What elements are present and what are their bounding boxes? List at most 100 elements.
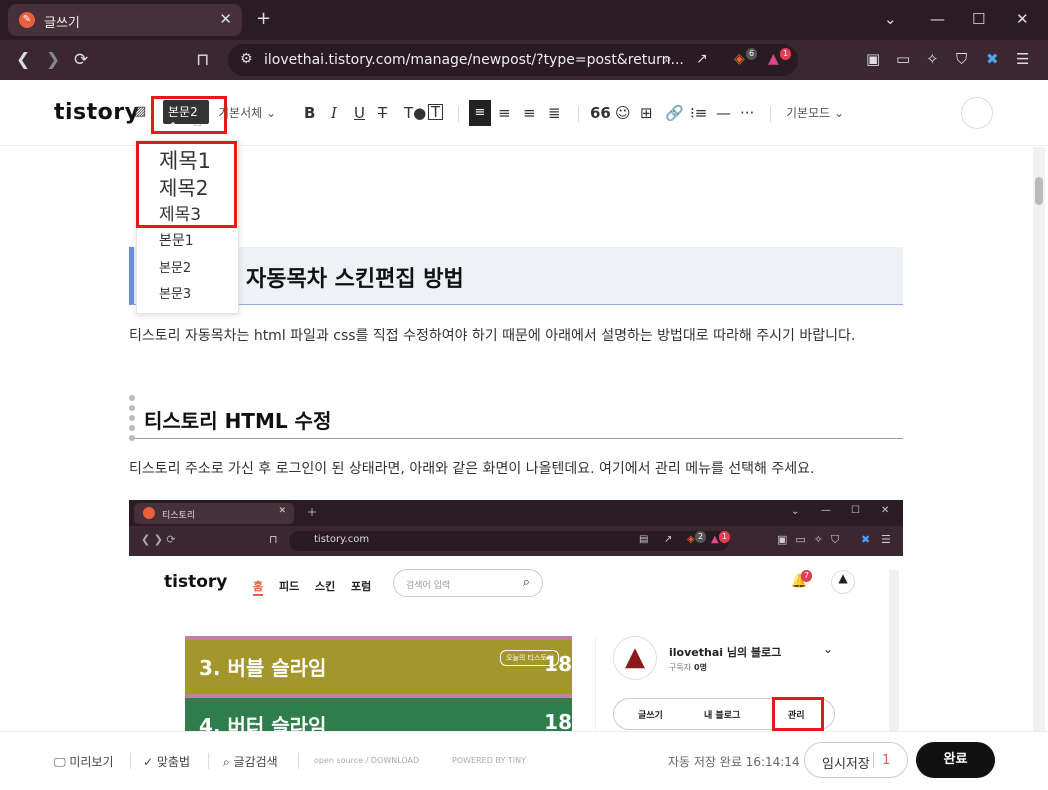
embedded-close-window-icon: ✕ [881, 505, 890, 516]
close-tab-icon[interactable]: ✕ [219, 10, 232, 28]
embedded-search-icon: ⌕ [522, 575, 530, 590]
editor-toolbar: tistory ▨ 본문2 ⌃ ☝ 기본서체 ⌄ B I U T T● T ≡ … [0, 80, 1048, 146]
back-icon[interactable]: ❮ [16, 50, 30, 70]
embedded-nav-bar: ❮ ❯ ⟳ ⊓ tistory.com ▤ ↗ ◈ 2 ▲ 1 ▣▭✧⛉ ✖ ☰ [129, 526, 903, 556]
embedded-tab: 티스토리 ✕ [134, 503, 294, 524]
embedded-brave-badge: 2 [695, 531, 707, 543]
reload-icon[interactable]: ⟳ [74, 50, 88, 70]
brave-rewards-icon[interactable]: ▲ [768, 51, 779, 67]
rewards-badge: 1 [780, 48, 792, 60]
drag-handle-dot[interactable] [129, 405, 135, 411]
embedded-nav-home: 홈 [253, 578, 264, 596]
embedded-reader-icon: ▤ [639, 534, 649, 545]
embedded-tab-title: 티스토리 [162, 511, 196, 521]
embedded-menu-icon: ☰ [881, 533, 891, 546]
brave-badge: 6 [746, 48, 758, 60]
heading-2-block: 자동목차 스킨편집 방법 [129, 247, 903, 305]
font-family-select[interactable]: 기본서체 ⌄ [218, 104, 276, 121]
done-button[interactable]: 완료 [916, 742, 995, 778]
text-background-button[interactable]: T [428, 104, 444, 120]
sidebar-icon[interactable]: ▣ [866, 50, 880, 68]
vpn-icon[interactable]: ⛉ [956, 50, 967, 68]
close-window-icon[interactable]: ✕ [1016, 10, 1029, 28]
emoji-icon[interactable]: ☺ [615, 104, 631, 122]
leo-ai-icon[interactable]: ✧ [926, 50, 939, 68]
search-material-button[interactable]: ⌕ 글감검색 [223, 753, 278, 770]
embedded-new-tab-icon: + [307, 505, 318, 519]
list-icon[interactable]: ⁝≡ [690, 104, 707, 122]
option-body-1[interactable]: 본문1 [159, 230, 194, 250]
embedded-banner-2-number: 18 [544, 710, 572, 731]
headings-highlight-box [136, 141, 237, 228]
embedded-share-icon: ↗ [664, 534, 673, 545]
save-draft-button[interactable]: 임시저장 1 [804, 742, 908, 778]
spellcheck-button[interactable]: ✓ 맞춤법 [143, 753, 190, 770]
link-icon[interactable]: 🔗 [665, 104, 684, 122]
scrollbar-thumb[interactable] [1035, 177, 1043, 205]
horizontal-line-icon[interactable]: — [716, 104, 731, 122]
embedded-address-bar: tistory.com ▤ ↗ ◈ 2 ▲ 1 [289, 531, 731, 551]
image-icon[interactable]: ▨ [134, 104, 146, 119]
address-bar[interactable]: ⚙ ilovethai.tistory.com/manage/newpost/?… [228, 44, 798, 76]
editor-scrollbar[interactable] [1033, 147, 1045, 731]
tab-list-icon[interactable]: ⌄ [884, 10, 897, 28]
embedded-tistory-home: tistory 홈 피드 스킨 포럼 검색어 입력 ⌕ 🔔 7 ▲ 3. 버블 … [129, 556, 903, 731]
zoom-search-icon[interactable]: ⌕ [664, 51, 672, 67]
embedded-bookmark-icon: ⊓ [269, 533, 278, 546]
table-icon[interactable]: ⊞ [640, 104, 653, 122]
strikethrough-button[interactable]: T [378, 104, 387, 122]
wallet-icon[interactable]: ▭ [896, 50, 910, 68]
bookmark-icon[interactable]: ⊓ [196, 50, 209, 70]
minimize-icon[interactable]: — [930, 10, 945, 28]
embedded-subscribers-count: 0명 [694, 663, 707, 672]
brave-shield-icon[interactable]: ◈ [734, 51, 745, 67]
bold-button[interactable]: B [304, 104, 315, 122]
heading-3-block: 티스토리 HTML 수정 [129, 395, 903, 441]
align-justify-button[interactable]: ≣ [548, 104, 561, 122]
embedded-extension-icon: ✖ [861, 533, 871, 546]
editor-mode-select[interactable]: 기본모드 ⌄ [786, 104, 844, 121]
embedded-highlight-box [772, 697, 824, 731]
embedded-divider [595, 636, 596, 731]
align-center-button[interactable]: ≡ [498, 104, 511, 122]
embedded-search-field: 검색어 입력 ⌕ [393, 569, 543, 597]
new-tab-icon[interactable]: + [256, 8, 271, 29]
opensource-link[interactable]: open source / DOWNLOAD [314, 756, 419, 765]
align-right-button[interactable]: ≡ [523, 104, 536, 122]
extension-icon[interactable]: ✖ [986, 50, 999, 68]
embedded-url: tistory.com [314, 534, 370, 545]
divider [458, 106, 459, 122]
embedded-subscribers-label: 구독자 [669, 663, 692, 672]
drag-handle-dot[interactable] [129, 425, 135, 431]
preview-button[interactable]: 🖵 미리보기 [54, 753, 114, 770]
browser-nav-bar: ❮ ❯ ⟳ ⊓ ⚙ ilovethai.tistory.com/manage/n… [0, 40, 1048, 80]
italic-button[interactable]: I [331, 104, 337, 122]
align-left-button[interactable]: ≡ [469, 100, 491, 126]
quote-icon[interactable]: 66 [590, 104, 611, 122]
url-text: ilovethai.tistory.com/manage/newpost/?ty… [264, 52, 684, 68]
browser-tab[interactable]: ✎ 글쓰기 ✕ [8, 4, 242, 36]
drag-handle-dot[interactable] [129, 395, 135, 401]
embedded-notif-badge: 7 [801, 570, 813, 582]
drag-handle-dot[interactable] [129, 435, 135, 441]
menu-icon[interactable]: ☰ [1016, 50, 1029, 68]
text-color-button[interactable]: T● [404, 104, 426, 122]
embedded-chevron-down-icon: ⌄ [823, 642, 834, 656]
site-settings-icon[interactable]: ⚙ [240, 51, 253, 67]
preview-label: 미리보기 [69, 755, 114, 769]
option-body-2[interactable]: 본문2 [159, 257, 191, 276]
embedded-banner-2-title: 4. 버터 슬라임 [199, 714, 327, 731]
forward-icon[interactable]: ❯ [46, 50, 60, 70]
embedded-screenshot: 티스토리 ✕ + ⌄ — ☐ ✕ ❮ ❯ ⟳ ⊓ tistory.com ▤ ↗… [129, 500, 903, 731]
option-body-3[interactable]: 본문3 [159, 283, 191, 302]
share-icon[interactable]: ↗ [696, 51, 708, 67]
profile-avatar[interactable] [961, 97, 993, 129]
drag-handle-dot[interactable] [129, 415, 135, 421]
embedded-nav-forum: 포럼 [351, 580, 372, 593]
embedded-favicon-icon [143, 507, 155, 519]
embedded-banner-1-number: 18 [544, 652, 572, 676]
maximize-icon[interactable]: ☐ [972, 10, 985, 28]
more-icon[interactable]: ··· [740, 104, 754, 122]
underline-button[interactable]: U [354, 104, 365, 122]
embedded-avatar: ▲ [831, 570, 855, 594]
